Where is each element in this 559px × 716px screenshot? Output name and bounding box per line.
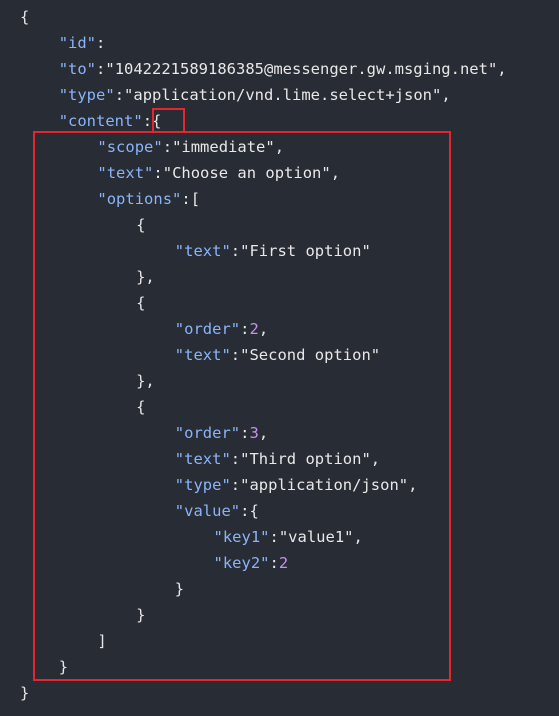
code-line: "text":"Second option"	[175, 342, 380, 368]
code-token-punc: :[	[181, 190, 201, 208]
code-token-punc: {	[20, 8, 30, 26]
code-line: }	[20, 680, 29, 706]
code-token-punc: :	[230, 242, 241, 260]
code-line: ]	[97, 628, 106, 654]
code-line: "to":"1042221589186385@messenger.gw.msgi…	[59, 56, 507, 82]
code-token-str: "value1"	[278, 528, 354, 546]
code-token-punc: :	[96, 34, 106, 52]
code-line: },	[136, 264, 155, 290]
code-token-str: "Second option"	[240, 346, 381, 364]
code-line: {	[136, 290, 145, 316]
code-line: "key1":"value1",	[214, 524, 363, 550]
code-token-punc: :	[162, 138, 173, 156]
code-token-punc: {	[136, 398, 146, 416]
code-token-punc: ,	[330, 164, 341, 182]
code-token-punc: :	[114, 86, 125, 104]
code-token-punc: :	[153, 164, 163, 182]
code-token-punc: :	[269, 528, 279, 546]
code-token-key: "to"	[58, 60, 97, 78]
code-line: "type":"application/vnd.lime.select+json…	[59, 82, 451, 108]
code-line: "order":3,	[175, 420, 268, 446]
code-token-key: "order"	[174, 424, 241, 442]
code-line: }	[136, 602, 145, 628]
code-line: "text":"Choose an option",	[97, 160, 340, 186]
code-token-key: "text"	[174, 450, 231, 468]
code-token-key: "scope"	[97, 138, 163, 156]
code-token-str: "application/vnd.lime.select+json"	[124, 86, 442, 104]
code-token-punc: ,	[258, 320, 269, 338]
code-token-punc: {	[136, 294, 146, 312]
code-line: "order":2,	[175, 316, 268, 342]
code-token-key: "type"	[174, 476, 231, 494]
code-line: },	[136, 368, 155, 394]
code-line: "id":	[59, 30, 106, 56]
code-token-key: "order"	[174, 320, 241, 338]
code-token-key: "options"	[97, 190, 182, 208]
code-token-punc: }	[20, 684, 30, 702]
code-line: "options":[	[97, 186, 200, 212]
code-line: {	[136, 212, 145, 238]
code-token-punc: :{	[142, 112, 162, 130]
code-token-punc: }	[174, 580, 185, 598]
code-token-str: "1042221589186385@messenger.gw.msging.ne…	[105, 60, 498, 78]
code-token-str: "Third option"	[240, 450, 371, 468]
code-line: }	[175, 576, 184, 602]
code-token-str: "Choose an option"	[162, 164, 331, 182]
code-token-key: "type"	[58, 86, 115, 104]
code-token-key: "key1"	[213, 528, 270, 546]
code-line: "content":{	[59, 108, 162, 134]
code-line: "text":"Third option",	[175, 446, 380, 472]
code-line: "scope":"immediate",	[97, 134, 284, 160]
code-token-punc: {	[136, 216, 146, 234]
code-token-punc: },	[136, 268, 155, 286]
code-token-punc: }	[58, 658, 69, 676]
code-line: "key2":2	[214, 550, 289, 576]
code-token-key: "value"	[174, 502, 241, 520]
code-token-punc: ,	[497, 60, 507, 78]
code-token-str: "application/json"	[240, 476, 409, 494]
code-line: {	[136, 394, 145, 420]
code-token-punc: },	[136, 372, 155, 390]
code-token-key: "text"	[97, 164, 154, 182]
code-token-punc: :{	[240, 502, 259, 520]
code-token-key: "content"	[58, 112, 143, 130]
code-token-punc: :	[269, 554, 279, 572]
code-token-str: "First option"	[240, 242, 371, 260]
code-token-punc: ,	[441, 86, 451, 104]
code-token-key: "key2"	[213, 554, 270, 572]
code-token-punc: ,	[274, 138, 285, 156]
code-token-key: "id"	[58, 34, 97, 52]
code-token-str: "immediate"	[172, 138, 275, 156]
code-token-punc: ,	[408, 476, 418, 494]
code-line: }	[59, 654, 68, 680]
highlight-content-box	[33, 131, 451, 681]
code-token-punc: :	[96, 60, 106, 78]
code-token-punc: ]	[97, 632, 107, 650]
code-token-num: 3	[249, 424, 259, 442]
code-token-num: 2	[278, 554, 289, 572]
code-token-punc: ,	[370, 450, 381, 468]
code-token-num: 2	[249, 320, 259, 338]
code-token-punc: :	[230, 476, 241, 494]
code-token-key: "text"	[174, 242, 231, 260]
code-line: "type":"application/json",	[175, 472, 418, 498]
code-token-punc: :	[230, 346, 241, 364]
code-token-punc: ,	[353, 528, 363, 546]
code-token-punc: }	[136, 606, 146, 624]
code-line: "value":{	[175, 498, 259, 524]
code-line: {	[20, 4, 29, 30]
code-token-punc: :	[230, 450, 241, 468]
code-token-punc: ,	[258, 424, 269, 442]
code-line: "text":"First option"	[175, 238, 371, 264]
code-token-key: "text"	[174, 346, 231, 364]
